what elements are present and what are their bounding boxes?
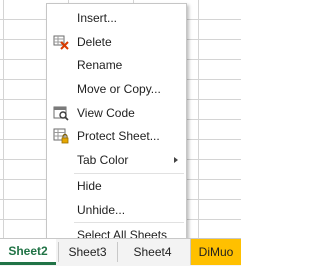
protect-sheet-icon	[53, 128, 69, 144]
menu-item-label: Unhide...	[77, 203, 126, 217]
delete-sheet-icon	[53, 34, 69, 50]
menu-item-label: Rename	[77, 58, 123, 72]
menu-item-label: Move or Copy...	[77, 82, 161, 96]
sheet-tab-bar: Sheet2 Sheet3 Sheet4 DiMuo	[0, 238, 241, 266]
sheet-tab-sheet3[interactable]: Sheet3	[58, 242, 116, 262]
menu-item-protect-sheet[interactable]: Protect Sheet...	[47, 125, 186, 147]
menu-item-label: Hide	[77, 179, 102, 193]
view-code-icon	[53, 105, 69, 121]
menu-item-tab-color[interactable]: Tab Color	[47, 149, 186, 171]
menu-item-hide[interactable]: Hide	[47, 175, 186, 197]
menu-item-view-code[interactable]: View Code	[47, 102, 186, 124]
menu-separator	[74, 222, 184, 223]
menu-item-label: Delete	[77, 35, 112, 49]
menu-item-delete[interactable]: Delete	[47, 31, 186, 53]
menu-item-label: View Code	[77, 106, 135, 120]
sheet-tab-sheet2[interactable]: Sheet2	[0, 239, 56, 265]
menu-item-insert[interactable]: Insert...	[47, 7, 186, 29]
sheet-tab-context-menu: Insert... Delete Rename Move or Copy...	[46, 3, 187, 246]
menu-separator	[74, 173, 184, 174]
menu-item-label: Tab Color	[77, 153, 129, 167]
sheet-tab-sheet4[interactable]: Sheet4	[117, 242, 187, 262]
menu-item-unhide[interactable]: Unhide...	[47, 199, 186, 221]
submenu-arrow-icon	[174, 157, 178, 163]
menu-item-label: Protect Sheet...	[77, 129, 160, 143]
menu-item-label: Insert...	[77, 11, 118, 25]
menu-item-rename[interactable]: Rename	[47, 54, 186, 76]
menu-item-move-or-copy[interactable]: Move or Copy...	[47, 78, 186, 100]
sheet-tab-dimuo[interactable]: DiMuo	[190, 239, 241, 265]
